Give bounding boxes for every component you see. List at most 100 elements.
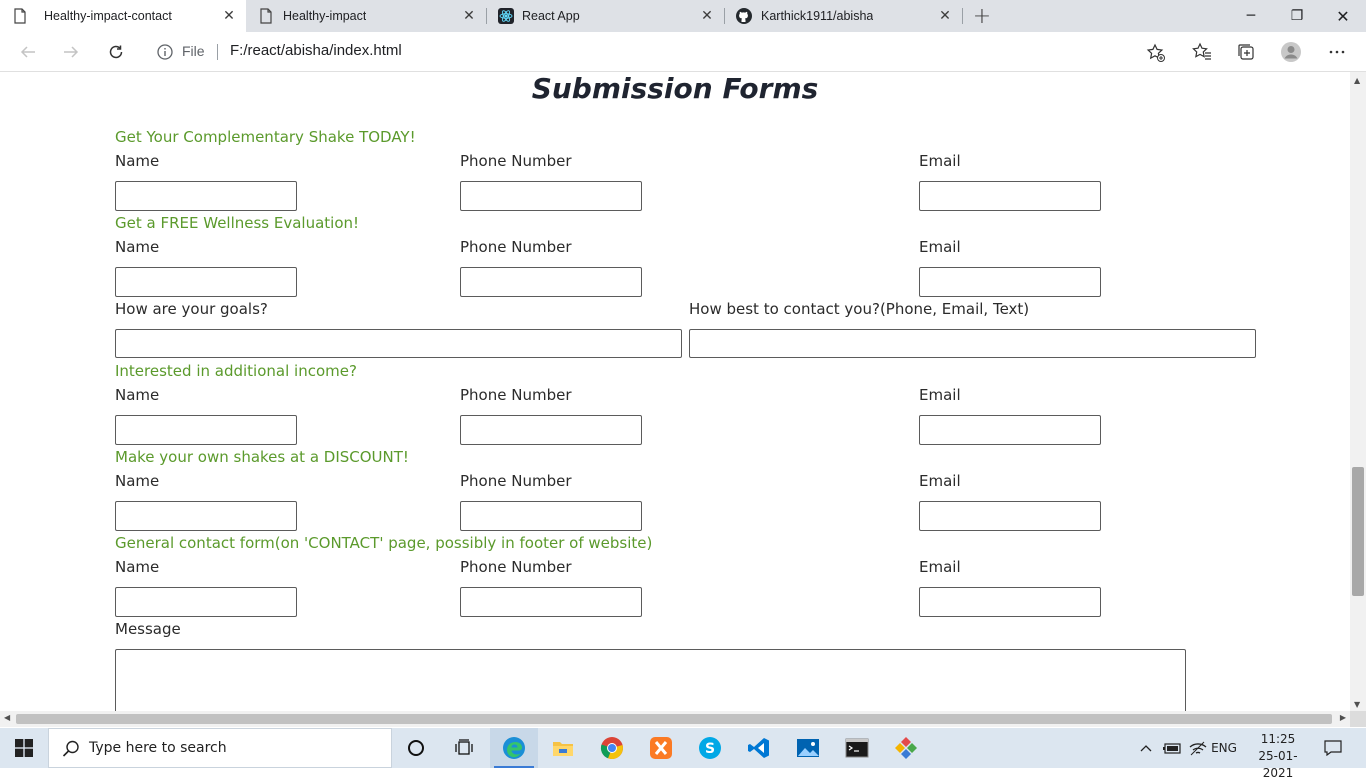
tab-title: React App — [522, 9, 580, 23]
scroll-down-arrow-icon[interactable]: ▼ — [1354, 700, 1360, 709]
windows-logo-icon — [15, 739, 33, 757]
system-clock[interactable]: 11:25 25-01-2021 — [1246, 731, 1310, 782]
react-icon — [498, 8, 514, 24]
tab-healthy-impact-contact[interactable]: Healthy-impact-contact ✕ — [0, 0, 246, 32]
phone-input[interactable] — [460, 181, 642, 211]
email-input[interactable] — [919, 181, 1101, 211]
forward-button[interactable] — [57, 38, 85, 66]
page-title: Submission Forms — [531, 72, 819, 105]
tab-react-app[interactable]: React App ✕ — [486, 0, 724, 32]
email-input[interactable] — [919, 267, 1101, 297]
tab-title: Karthick1911/abisha — [761, 9, 874, 23]
email-input[interactable] — [919, 415, 1101, 445]
taskbar-search-box[interactable]: Type here to search — [48, 728, 392, 768]
task-view-icon[interactable] — [440, 728, 488, 768]
vertical-scrollbar[interactable]: ▲ ▼ — [1350, 72, 1366, 711]
horizontal-scrollbar[interactable]: ◀ ▶ — [0, 711, 1350, 727]
clock-time: 11:25 — [1260, 732, 1296, 746]
phone-label: Phone Number — [460, 238, 572, 256]
email-label: Email — [919, 472, 961, 490]
name-label: Name — [115, 386, 160, 404]
section-heading-shake: Get Your Complementary Shake TODAY! — [115, 128, 416, 146]
more-menu-icon[interactable] — [1326, 41, 1348, 63]
phone-label: Phone Number — [460, 472, 572, 490]
goals-input[interactable] — [115, 329, 682, 358]
phone-input[interactable] — [460, 267, 642, 297]
cmd-icon[interactable] — [833, 728, 881, 768]
new-tab-button[interactable]: + — [970, 4, 994, 29]
search-icon — [61, 739, 81, 759]
refresh-button[interactable] — [102, 38, 130, 66]
vscode-icon[interactable] — [735, 728, 783, 768]
show-hidden-icons-chevron-icon[interactable] — [1136, 728, 1156, 768]
tab-github-abisha[interactable]: Karthick1911/abisha ✕ — [724, 0, 962, 32]
email-label: Email — [919, 386, 961, 404]
contact-preference-label: How best to contact you?(Phone, Email, T… — [689, 300, 1030, 318]
close-tab-icon[interactable]: ✕ — [698, 7, 716, 25]
name-input[interactable] — [115, 587, 297, 617]
name-label: Name — [115, 152, 160, 170]
email-input[interactable] — [919, 501, 1101, 531]
tab-healthy-impact[interactable]: Healthy-impact ✕ — [246, 0, 486, 32]
phone-label: Phone Number — [460, 152, 572, 170]
name-input[interactable] — [115, 267, 297, 297]
scroll-corner — [1350, 711, 1366, 727]
language-indicator[interactable]: ENG — [1208, 728, 1240, 768]
info-icon[interactable] — [156, 43, 174, 61]
edge-icon[interactable] — [490, 728, 538, 768]
wifi-icon[interactable] — [1186, 728, 1210, 768]
clock-date: 25-01-2021 — [1258, 749, 1298, 780]
name-input[interactable] — [115, 181, 297, 211]
name-input[interactable] — [115, 501, 297, 531]
name-input[interactable] — [115, 415, 297, 445]
close-tab-icon[interactable]: ✕ — [936, 7, 954, 25]
vertical-scroll-thumb[interactable] — [1352, 467, 1364, 596]
battery-icon[interactable] — [1160, 728, 1184, 768]
minimize-button[interactable]: ─ — [1228, 0, 1274, 32]
collections-icon[interactable] — [1235, 41, 1257, 63]
page-icon — [12, 8, 28, 24]
refresh-icon — [109, 45, 123, 59]
forward-arrow-icon — [64, 46, 79, 58]
maximize-button[interactable]: ❐ — [1274, 0, 1320, 32]
close-tab-icon[interactable]: ✕ — [460, 7, 478, 25]
xampp-icon[interactable] — [637, 728, 685, 768]
scroll-right-arrow-icon[interactable]: ▶ — [1340, 713, 1346, 722]
message-textarea[interactable] — [115, 649, 1186, 711]
back-button[interactable] — [14, 38, 42, 66]
section-heading-wellness: Get a FREE Wellness Evaluation! — [115, 214, 360, 232]
email-input[interactable] — [919, 587, 1101, 617]
back-arrow-icon — [20, 46, 35, 58]
page-viewport: Submission Forms Get Your Complementary … — [0, 72, 1350, 711]
tab-separator — [962, 8, 963, 24]
git-icon[interactable] — [882, 728, 930, 768]
close-window-button[interactable]: ✕ — [1320, 0, 1366, 32]
address-separator — [217, 44, 218, 60]
horizontal-scroll-thumb[interactable] — [16, 714, 1332, 724]
name-label: Name — [115, 472, 160, 490]
scroll-left-arrow-icon[interactable]: ◀ — [4, 713, 10, 722]
phone-input[interactable] — [460, 587, 642, 617]
file-explorer-icon[interactable] — [539, 728, 587, 768]
section-heading-income: Interested in additional income? — [115, 362, 357, 380]
notifications-icon[interactable] — [1318, 728, 1348, 768]
favorites-icon[interactable] — [1191, 41, 1213, 63]
cortana-icon[interactable] — [392, 728, 440, 768]
url-text[interactable]: F:/react/abisha/index.html — [230, 42, 402, 59]
address-bar[interactable]: File F:/react/abisha/index.html — [146, 36, 1178, 68]
contact-preference-input[interactable] — [689, 329, 1256, 358]
name-label: Name — [115, 238, 160, 256]
tab-title: Healthy-impact — [283, 9, 367, 23]
email-label: Email — [919, 238, 961, 256]
phone-input[interactable] — [460, 501, 642, 531]
close-tab-icon[interactable]: ✕ — [220, 7, 238, 25]
phone-input[interactable] — [460, 415, 642, 445]
start-button[interactable] — [0, 728, 48, 768]
skype-icon[interactable]: S — [686, 728, 734, 768]
scroll-up-arrow-icon[interactable]: ▲ — [1354, 76, 1360, 85]
phone-label: Phone Number — [460, 386, 572, 404]
photos-icon[interactable] — [784, 728, 832, 768]
add-favorite-icon[interactable] — [1146, 43, 1166, 63]
chrome-icon[interactable] — [588, 728, 636, 768]
profile-avatar-icon[interactable] — [1280, 41, 1302, 63]
